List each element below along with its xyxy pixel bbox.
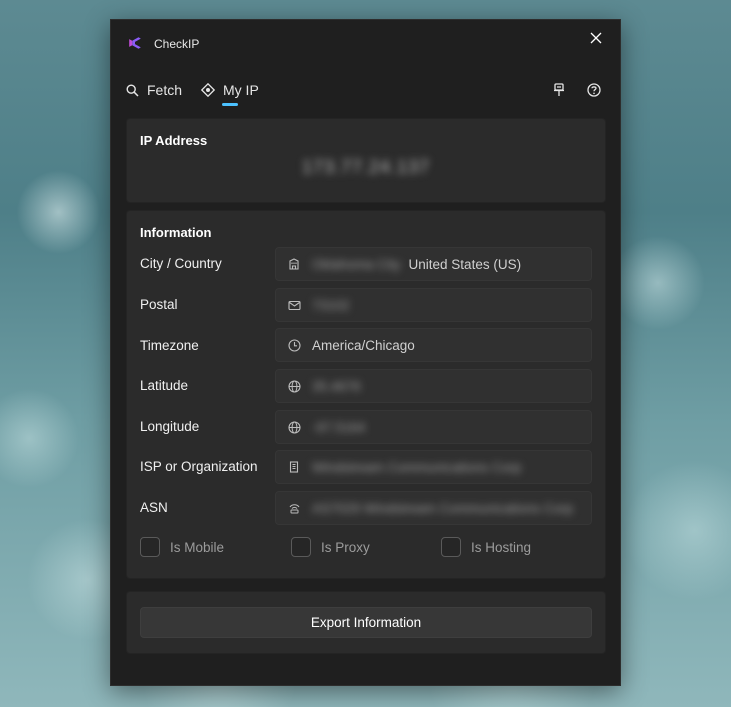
help-icon xyxy=(587,83,601,97)
ip-address-value: 173.77.24.137 xyxy=(301,157,431,177)
timezone-label: Timezone xyxy=(140,338,199,353)
pin-icon xyxy=(554,83,564,96)
isp-field[interactable]: Windstream Communications Corp xyxy=(275,450,592,484)
close-icon xyxy=(590,32,602,44)
app-logo-icon xyxy=(129,37,141,49)
isp-value: Windstream Communications Corp xyxy=(312,459,522,475)
latitude-value: 35.4676 xyxy=(312,378,361,394)
tab-fetch[interactable]: Fetch xyxy=(126,78,182,102)
is-proxy-box[interactable] xyxy=(291,537,311,557)
pin-button[interactable] xyxy=(547,78,571,102)
longitude-label: Longitude xyxy=(140,419,200,434)
clock-icon xyxy=(287,338,301,352)
close-button[interactable] xyxy=(582,26,610,50)
postal-label: Postal xyxy=(140,297,178,312)
asn-field[interactable]: AS7029 Windstream Communications Corp xyxy=(275,491,592,525)
isp-label: ISP or Organization xyxy=(140,459,258,474)
latitude-field[interactable]: 35.4676 xyxy=(275,369,592,403)
app-title: CheckIP xyxy=(154,37,200,51)
tab-my-ip-label: My IP xyxy=(223,82,259,98)
longitude-value: -97.5164 xyxy=(312,419,366,435)
location-icon xyxy=(201,83,215,97)
globe-icon xyxy=(287,420,301,434)
checkip-window: CheckIP Fetch My IP IP Address 173.77.24… xyxy=(110,19,621,686)
ip-address-title: IP Address xyxy=(140,133,208,148)
network-icon xyxy=(287,501,301,515)
search-icon xyxy=(126,83,139,97)
country-value: United States (US) xyxy=(408,256,522,272)
timezone-value: America/Chicago xyxy=(312,337,415,353)
active-tab-indicator xyxy=(222,103,238,106)
navigation-bar: Fetch My IP xyxy=(111,72,620,112)
tab-my-ip[interactable]: My IP xyxy=(201,78,259,102)
city-country-field[interactable]: Oklahoma City United States (US) xyxy=(275,247,592,281)
office-icon xyxy=(287,460,301,474)
is-mobile-box[interactable] xyxy=(140,537,160,557)
globe-icon xyxy=(287,379,301,393)
building-icon xyxy=(287,257,301,271)
actions-card: Export Information xyxy=(126,591,606,654)
information-title: Information xyxy=(140,225,212,240)
tab-fetch-label: Fetch xyxy=(147,82,183,98)
is-hosting-box[interactable] xyxy=(441,537,461,557)
city-country-label: City / Country xyxy=(140,256,222,271)
ip-address-card: IP Address 173.77.24.137 xyxy=(126,118,606,203)
is-hosting-label: Is Hosting xyxy=(471,539,532,555)
is-proxy-checkbox[interactable]: Is Proxy xyxy=(291,537,370,557)
timezone-field[interactable]: America/Chicago xyxy=(275,328,592,362)
is-mobile-checkbox[interactable]: Is Mobile xyxy=(140,537,224,557)
mail-icon xyxy=(287,298,301,312)
is-proxy-label: Is Proxy xyxy=(321,539,370,555)
asn-value: AS7029 Windstream Communications Corp xyxy=(312,500,574,516)
longitude-field[interactable]: -97.5164 xyxy=(275,410,592,444)
city-value: Oklahoma City xyxy=(312,256,401,272)
is-mobile-label: Is Mobile xyxy=(170,539,225,555)
postal-value: 73102 xyxy=(312,297,350,313)
help-button[interactable] xyxy=(582,78,606,102)
is-hosting-checkbox[interactable]: Is Hosting xyxy=(441,537,531,557)
postal-field[interactable]: 73102 xyxy=(275,288,592,322)
information-card: Information City / Country Oklahoma City… xyxy=(126,210,606,579)
latitude-label: Latitude xyxy=(140,378,189,393)
export-information-button[interactable]: Export Information xyxy=(140,607,592,638)
title-bar: CheckIP xyxy=(111,20,620,68)
asn-label: ASN xyxy=(140,500,168,515)
